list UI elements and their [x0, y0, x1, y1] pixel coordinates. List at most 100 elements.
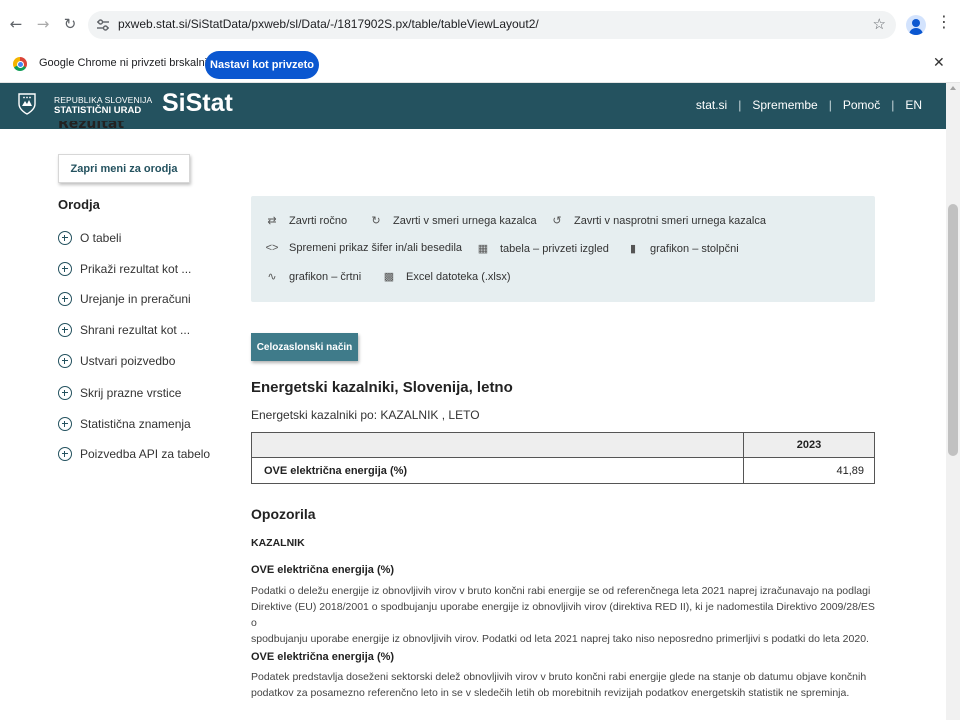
fullscreen-button[interactable]: Celozaslonski način — [251, 333, 358, 361]
default-browser-infobar: Google Chrome ni privzeti brskalnik Nast… — [0, 48, 960, 83]
table-header-row: 2023 — [251, 432, 875, 458]
chrome-logo-icon — [13, 57, 27, 71]
reload-icon[interactable]: ↻ — [59, 13, 81, 35]
note-line: Podatki o deležu energije iz obnovljivih… — [251, 585, 871, 597]
table-subtitle: Energetski kazalniki po: KAZALNIK , LETO — [251, 408, 480, 422]
tool-label: grafikon – črtni — [289, 270, 362, 283]
sidebar-item-label: O tabeli — [80, 231, 122, 245]
profile-avatar-icon[interactable] — [906, 15, 926, 35]
table-corner-cell — [251, 432, 744, 458]
nav-link-pomoc[interactable]: Pomoč — [843, 98, 880, 112]
notes-section-label: KAZALNIK — [251, 537, 305, 549]
sidebar-item-label: Ustvari poizvedbo — [80, 354, 176, 368]
tool-label: Excel datoteka (.xlsx) — [406, 270, 511, 283]
nav-separator: | — [828, 98, 832, 112]
nav-separator: | — [891, 98, 895, 112]
close-tools-menu-button[interactable]: Zapri meni za orodja — [58, 154, 190, 183]
expand-plus-icon — [58, 292, 72, 306]
rotate-clockwise-icon: ↻ — [371, 215, 381, 227]
tools-heading: Orodja — [58, 197, 100, 212]
sidebar-item-urejanje[interactable]: Urejanje in preračuni — [58, 290, 191, 308]
sidebar-item-label: Poizvedba API za tabelo — [80, 447, 211, 461]
change-code-text-button[interactable]: <> Spremeni prikaz šifer in/ali besedila — [265, 242, 462, 254]
excel-icon: ▩ — [383, 271, 395, 283]
line-chart-button[interactable]: ∿ grafikon – črtni — [265, 270, 362, 284]
note-line: Podatek predstavlja doseženi sektorski d… — [251, 671, 867, 683]
rotate-clockwise-button[interactable]: ↻ Zavrti v smeri urnega kazalca — [369, 214, 537, 228]
brand-logo[interactable]: SiStat — [162, 89, 233, 118]
sidebar-item-o-tabeli[interactable]: O tabeli — [58, 229, 121, 247]
rotate-manual-button[interactable]: ⇄ Zavrti ročno — [265, 214, 348, 228]
close-icon[interactable]: ✕ — [933, 55, 945, 71]
sidebar-item-shrani-rezultat[interactable]: Shrani rezultat kot ... — [58, 321, 190, 339]
site-settings-icon[interactable] — [96, 18, 110, 32]
table-row: OVE električna energija (%) 41,89 — [251, 457, 875, 484]
excel-export-button[interactable]: ▩ Excel datoteka (.xlsx) — [382, 270, 511, 284]
top-navigation: stat.si | Spremembe | Pomoč | EN — [696, 98, 922, 112]
table-title: Energetski kazalniki, Slovenija, letno — [251, 379, 513, 396]
result-heading: Rezultat — [58, 121, 125, 131]
table-cell-value: 41,89 — [743, 457, 875, 484]
org-name-line2: STATISTIČNI URAD — [54, 105, 142, 116]
note-title: OVE električna energija (%) — [251, 651, 395, 663]
nav-link-spremembe[interactable]: Spremembe — [752, 98, 817, 112]
expand-plus-icon — [58, 323, 72, 337]
rotate-icon: ⇄ — [267, 215, 277, 227]
sidebar-item-label: Urejanje in preračuni — [80, 292, 191, 306]
sidebar-item-ustvari-poizvedbo[interactable]: Ustvari poizvedbo — [58, 352, 175, 370]
sidebar-item-label: Prikaži rezultat kot ... — [80, 262, 192, 276]
expand-plus-icon — [58, 231, 72, 245]
expand-plus-icon — [58, 417, 72, 431]
tool-label: Zavrti v smeri urnega kazalca — [393, 214, 537, 227]
note-line: spodbujanju uporabe energije iz obnovlji… — [251, 633, 869, 645]
rotate-counterclockwise-icon: ↺ — [552, 215, 562, 227]
sidebar-item-label: Shrani rezultat kot ... — [80, 323, 191, 337]
code-icon: <> — [265, 242, 279, 254]
sidebar-item-label: Statistična znamenja — [80, 417, 191, 431]
scroll-up-arrow-icon[interactable] — [950, 86, 956, 90]
expand-plus-icon — [58, 386, 72, 400]
nav-link-en[interactable]: EN — [905, 98, 922, 112]
bookmark-star-icon[interactable]: ☆ — [873, 15, 886, 33]
note-line: podatkov za posamezno referenčno leto in… — [251, 687, 850, 699]
coat-of-arms-icon — [18, 93, 36, 115]
column-header-year: 2023 — [743, 432, 875, 458]
line-chart-icon: ∿ — [267, 271, 277, 283]
tool-label: Spremeni prikaz šifer in/ali besedila — [289, 242, 463, 254]
note-line: Direktive (EU) 2018/2001 o spodbujanju u… — [251, 601, 875, 629]
browser-menu-icon[interactable]: ⋮ — [936, 14, 952, 30]
table-default-layout-button[interactable]: ▦ tabela – privzeti izgled — [476, 242, 609, 256]
tool-label: Zavrti ročno — [289, 214, 348, 227]
nav-separator: | — [738, 98, 742, 112]
note-text: Podatki o deležu energije iz obnovljivih… — [251, 583, 881, 647]
sidebar-item-poizvedba-api[interactable]: Poizvedba API za tabelo — [58, 445, 210, 463]
set-default-button[interactable]: Nastavi kot privzeto — [205, 51, 319, 79]
back-arrow-icon[interactable]: ← — [5, 13, 27, 35]
browser-toolbar: ← → ↻ pxweb.stat.si/SiStatData/pxweb/sl/… — [0, 0, 960, 48]
tool-label: grafikon – stolpčni — [650, 242, 739, 255]
rotate-counterclockwise-button[interactable]: ↺ Zavrti v nasprotni smeri urnega kazalc… — [550, 214, 766, 228]
sidebar-item-skrij-prazne[interactable]: Skrij prazne vrstice — [58, 384, 181, 402]
address-bar[interactable]: pxweb.stat.si/SiStatData/pxweb/sl/Data/-… — [88, 11, 896, 39]
forward-arrow-icon[interactable]: → — [32, 13, 54, 35]
table-icon: ▦ — [477, 243, 489, 255]
nav-link-stat-si[interactable]: stat.si — [696, 98, 727, 112]
sidebar-item-statisticna-znamenja[interactable]: Statistična znamenja — [58, 415, 191, 433]
site-header: REPUBLIKA SLOVENIJA STATISTIČNI URAD SiS… — [0, 83, 946, 129]
infobar-text: Google Chrome ni privzeti brskalnik — [39, 57, 213, 69]
bar-chart-button[interactable]: ▮ grafikon – stolpčni — [626, 242, 739, 256]
expand-plus-icon — [58, 262, 72, 276]
data-table: 2023 OVE električna energija (%) 41,89 — [251, 432, 875, 484]
scrollbar-thumb[interactable] — [948, 204, 958, 456]
expand-plus-icon — [58, 354, 72, 368]
tool-label: tabela – privzeti izgled — [500, 242, 609, 255]
table-tools-panel: ⇄ Zavrti ročno ↻ Zavrti v smeri urnega k… — [251, 196, 875, 302]
sidebar-item-prikazi-rezultat[interactable]: Prikaži rezultat kot ... — [58, 260, 191, 278]
bar-chart-icon: ▮ — [629, 243, 637, 255]
sidebar-item-label: Skrij prazne vrstice — [80, 386, 182, 400]
row-header: OVE električna energija (%) — [251, 457, 744, 484]
expand-plus-icon — [58, 447, 72, 461]
tool-label: Zavrti v nasprotni smeri urnega kazalca — [574, 214, 766, 227]
url-text[interactable]: pxweb.stat.si/SiStatData/pxweb/sl/Data/-… — [118, 17, 539, 31]
notes-heading: Opozorila — [251, 506, 316, 522]
